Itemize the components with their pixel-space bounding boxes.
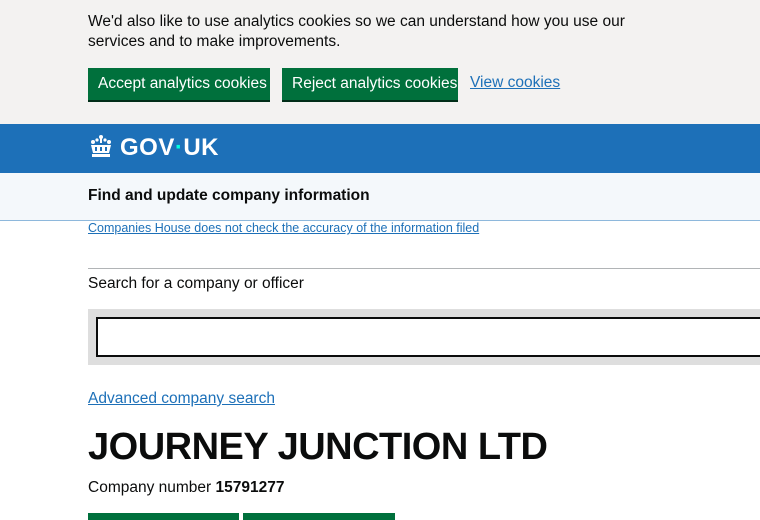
primary-action-button[interactable] [88,513,239,520]
advanced-company-search-link[interactable]: Advanced company search [88,390,275,408]
company-number: Company number 15791277 [88,479,284,497]
company-name-heading: JOURNEY JUNCTION LTD [88,426,548,468]
accept-analytics-cookies-button[interactable]: Accept analytics cookies [88,68,270,100]
section-divider [88,268,760,269]
company-number-label: Company number [88,479,212,496]
service-name-link[interactable]: Find and update company information [88,187,370,205]
cookie-banner: We'd also like to use analytics cookies … [0,0,760,124]
reject-analytics-cookies-button[interactable]: Reject analytics cookies [282,68,458,100]
crown-icon [91,135,111,157]
gov-uk-header: GOV·UK [0,124,760,173]
logo-text-gov: GOV [120,134,175,161]
company-number-value: 15791277 [215,479,285,496]
gov-uk-logo-link[interactable]: GOV·UK [120,134,219,162]
cookie-message: We'd also like to use analytics cookies … [88,13,625,50]
search-label: Search for a company or officer [88,275,304,292]
secondary-action-button[interactable] [243,513,395,520]
search-container [88,309,760,365]
search-input[interactable] [96,317,760,357]
view-cookies-link[interactable]: View cookies [470,74,560,92]
service-navigation: Find and update company information [0,173,760,221]
logo-text-uk: UK [183,134,220,161]
accuracy-notice-link[interactable]: Companies House does not check the accur… [88,221,479,235]
